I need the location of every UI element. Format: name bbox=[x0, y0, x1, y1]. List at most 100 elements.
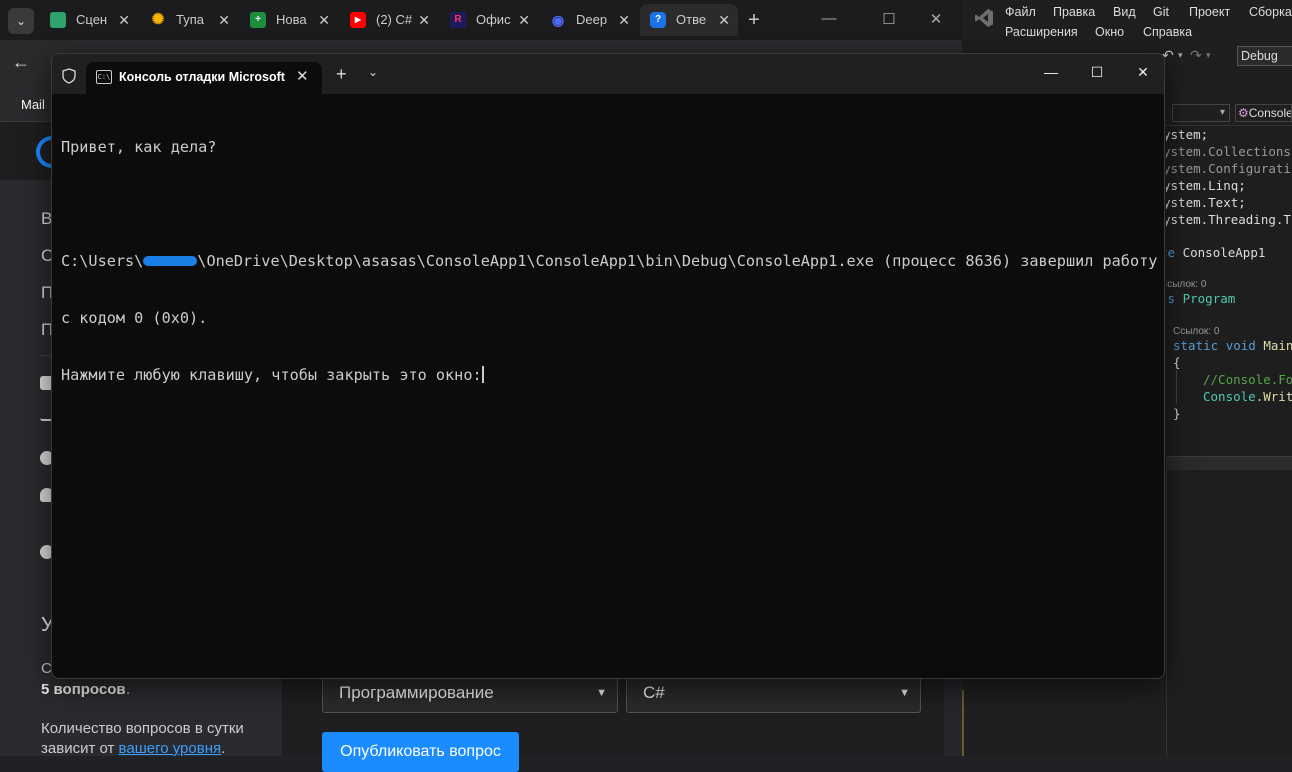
close-tab-icon[interactable]: ✕ bbox=[296, 67, 309, 85]
close-tab-icon[interactable]: ✕ bbox=[518, 4, 530, 36]
sheets-favicon-icon: + bbox=[250, 12, 266, 28]
tab-label: Сцен bbox=[76, 12, 108, 27]
console-tab[interactable]: C:\ Консоль отладки Microsoft Visual Stu… bbox=[86, 62, 322, 94]
maximize-icon[interactable]: ☐ bbox=[878, 10, 900, 28]
category-select[interactable]: Программирование ▼ bbox=[322, 673, 618, 713]
method-call: .Writ bbox=[1255, 389, 1292, 404]
path-prefix: C:\Users\ bbox=[61, 252, 144, 270]
console-line: Привет, как дела? bbox=[61, 138, 217, 156]
chevron-down-icon[interactable]: ⌄ bbox=[368, 65, 378, 79]
close-tab-icon[interactable]: ✕ bbox=[718, 4, 730, 36]
tag-select[interactable]: C# ▼ bbox=[626, 673, 921, 713]
menu-edit[interactable]: Правка bbox=[1053, 5, 1095, 19]
favicon-icon: R bbox=[450, 12, 466, 28]
menu-project[interactable]: Проект bbox=[1189, 5, 1230, 19]
bookmark-mail[interactable]: Mail bbox=[21, 97, 45, 112]
close-tab-icon[interactable]: ✕ bbox=[218, 4, 230, 36]
tab-search-dropdown-icon[interactable]: ⌄ bbox=[8, 8, 34, 34]
menu-help[interactable]: Справка bbox=[1143, 25, 1192, 39]
browser-tab[interactable]: + Нова ✕ bbox=[240, 4, 338, 36]
code-line: ystem.Linq; bbox=[1166, 178, 1246, 193]
code-line: ystem; bbox=[1166, 127, 1209, 142]
close-tab-icon[interactable]: ✕ bbox=[318, 4, 330, 36]
keyword: void bbox=[1225, 338, 1256, 353]
deepseek-favicon-icon: ◉ bbox=[551, 12, 565, 28]
minimize-icon[interactable]: — bbox=[818, 10, 840, 27]
keyword: ss bbox=[1166, 291, 1176, 306]
quota-text-suffix: . bbox=[221, 740, 226, 757]
console-line: C:\Users\ \OneDrive\Desktop\asasas\Consol… bbox=[61, 252, 1157, 271]
close-window-icon[interactable]: ✕ bbox=[925, 10, 947, 28]
menu-file[interactable]: Файл bbox=[1005, 5, 1036, 19]
code-line: ce ConsoleApp1 bbox=[1166, 244, 1265, 261]
menu-extensions[interactable]: Расширения bbox=[1005, 25, 1078, 39]
chevron-down-icon[interactable]: ▾ bbox=[1206, 50, 1211, 61]
menu-git[interactable]: Git bbox=[1153, 5, 1169, 19]
text-cursor bbox=[481, 365, 484, 383]
debug-console-window: C:\ Консоль отладки Microsoft Visual Stu… bbox=[51, 53, 1165, 679]
minimize-icon[interactable]: — bbox=[1036, 64, 1066, 80]
close-tab-icon[interactable]: ✕ bbox=[118, 4, 130, 36]
solution-configuration-select[interactable]: Debug bbox=[1237, 46, 1292, 66]
back-arrow-icon[interactable]: ← bbox=[12, 52, 30, 73]
code-comment: //Console.Fo bbox=[1203, 372, 1292, 387]
browser-tab[interactable]: R Офис ✕ bbox=[440, 4, 538, 36]
console-output[interactable]: Привет, как дела? C:\Users\ \OneDrive\Des… bbox=[61, 100, 1157, 423]
tab-label: (2) C# bbox=[376, 12, 413, 27]
maximize-icon[interactable]: ☐ bbox=[1082, 64, 1112, 81]
console-line: с кодом 0 (0x0). bbox=[61, 309, 208, 327]
vs-menu-bar: Файл Правка Вид Git Проект Сборка Расшир… bbox=[962, 0, 1292, 44]
quota-text: Количество вопросов в сутки bbox=[41, 720, 244, 737]
browser-tab[interactable]: ▶ (2) C# ✕ bbox=[340, 4, 438, 36]
path-rest: \OneDrive\Desktop\asasas\ConsoleApp1\Con… bbox=[197, 252, 1158, 270]
browser-tab[interactable]: Сцен ✕ bbox=[40, 4, 138, 36]
chevron-down-icon: ▼ bbox=[596, 687, 607, 699]
console-line: Нажмите любую клавишу, чтобы закрыть это… bbox=[61, 365, 1157, 385]
new-tab-button[interactable]: + bbox=[744, 8, 764, 32]
quota-count: 5 вопросов bbox=[41, 681, 126, 698]
code-line: Console.Writ bbox=[1203, 388, 1292, 405]
quota-text-prefix: зависит от bbox=[41, 740, 119, 757]
chevron-down-icon[interactable]: ▾ bbox=[1178, 50, 1183, 61]
tab-label: Тупа bbox=[176, 12, 204, 27]
menu-window[interactable]: Окно bbox=[1095, 25, 1124, 39]
code-line: ystem.Configurati bbox=[1166, 161, 1291, 176]
tag-select-value: C# bbox=[643, 683, 665, 702]
type-dropdown[interactable]: ▾ bbox=[1172, 104, 1230, 122]
editor-horizontal-scrollbar[interactable] bbox=[1166, 456, 1292, 470]
browser-tab-active[interactable]: ? Отве ✕ bbox=[640, 4, 738, 36]
code-line: ystem.Collections bbox=[1166, 144, 1291, 159]
favicon-icon: ✺ bbox=[151, 11, 165, 28]
method-name: Main bbox=[1263, 338, 1292, 353]
menu-view[interactable]: Вид bbox=[1113, 5, 1136, 19]
browser-tab[interactable]: ✺ Тупа ✕ bbox=[140, 4, 238, 36]
vs-bottom-panel bbox=[1166, 470, 1292, 756]
new-tab-button[interactable]: + bbox=[336, 64, 347, 85]
browser-tabstrip: ⌄ Сцен ✕ ✺ Тупа ✕ + Нова ✕ ▶ (2) C# ✕ R … bbox=[0, 0, 962, 40]
browser-tab[interactable]: ◉ Deep ✕ bbox=[540, 4, 638, 36]
code-editor[interactable]: ystem; ystem.Collections ystem.Configura… bbox=[1166, 126, 1292, 456]
favicon-icon bbox=[50, 12, 66, 28]
terminal-icon: C:\ bbox=[96, 70, 112, 84]
publish-question-button[interactable]: Опубликовать вопрос bbox=[322, 732, 519, 772]
close-tab-icon[interactable]: ✕ bbox=[418, 4, 430, 36]
level-link[interactable]: вашего уровня bbox=[119, 740, 222, 757]
namespace-name: ConsoleApp1 bbox=[1182, 245, 1266, 260]
redo-icon[interactable]: ↷ bbox=[1190, 47, 1202, 64]
menu-build[interactable]: Сборка bbox=[1249, 5, 1292, 19]
code-line: ystem.Threading.T bbox=[1166, 212, 1291, 227]
tab-label: Офис bbox=[476, 12, 511, 27]
keyword: static bbox=[1173, 338, 1219, 353]
code-line: } bbox=[1173, 406, 1181, 421]
question-favicon-icon: ? bbox=[650, 12, 666, 28]
close-window-icon[interactable]: ✕ bbox=[1128, 64, 1158, 81]
quota-text: зависит от вашего уровня. bbox=[41, 740, 225, 757]
member-dropdown[interactable]: ⚙Console bbox=[1235, 104, 1292, 122]
close-tab-icon[interactable]: ✕ bbox=[618, 4, 630, 36]
redacted-username bbox=[143, 255, 198, 266]
class-name: Program bbox=[1182, 291, 1236, 306]
tab-label: Deep bbox=[576, 12, 608, 27]
visual-studio-logo-icon bbox=[975, 9, 993, 27]
quota-count-suffix: . bbox=[126, 681, 131, 698]
